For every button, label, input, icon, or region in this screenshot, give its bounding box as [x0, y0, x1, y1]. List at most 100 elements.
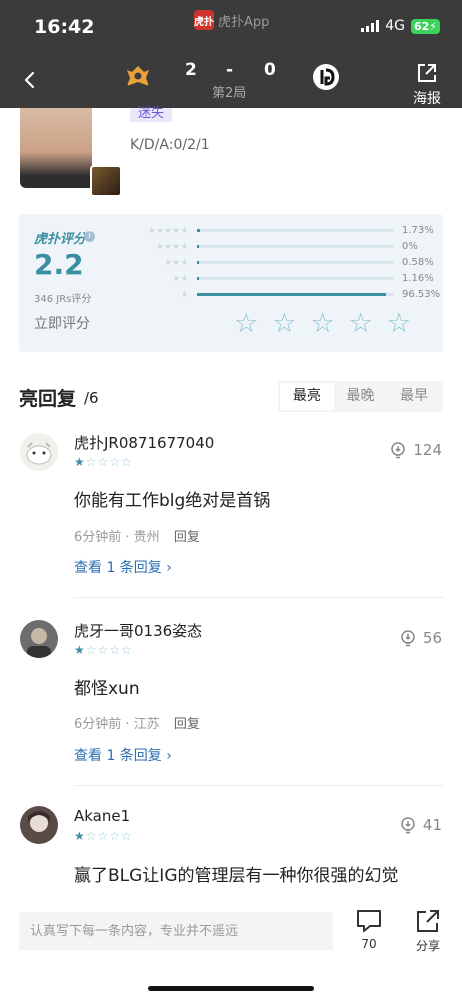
distribution-bar	[197, 260, 393, 264]
view-replies-link[interactable]: 查看 1 条回复 ›	[74, 557, 172, 577]
distribution-row: ★★★ 0.58%	[129, 256, 442, 268]
rate-star-5-icon[interactable]: ☆	[387, 310, 411, 337]
star-level-icon: ★★★★	[156, 241, 189, 251]
rate-star-2-icon[interactable]: ☆	[272, 310, 296, 337]
hupu-app-icon: 虎扑	[194, 10, 214, 30]
like-count: 124	[413, 441, 442, 459]
comment-rating-stars: ★☆☆☆☆	[74, 829, 133, 843]
score-right: 0	[264, 60, 276, 80]
distribution-bar-fill	[197, 292, 387, 296]
share-icon	[417, 910, 439, 932]
distribution-row: ★★ 1.16%	[129, 272, 442, 284]
share-label: 分享	[415, 939, 440, 953]
comment-meta: 6分钟前 · 贵州 回复	[74, 526, 200, 545]
like-button[interactable]: 41	[399, 816, 442, 834]
distribution-bar-fill	[197, 228, 201, 232]
rating-card: 虎扑评分 i 2.2 346 JRs评分 立即评分 ★★★★★ 1.73% ★★★★…	[19, 214, 443, 352]
like-button[interactable]: 56	[399, 629, 442, 647]
info-icon[interactable]: i	[84, 231, 95, 242]
rate-now-label[interactable]: 立即评分	[34, 313, 90, 333]
comment-username[interactable]: 虎牙一哥0136姿态	[74, 620, 202, 641]
poster-label: 海报	[413, 91, 441, 107]
status-app-indicator[interactable]: 虎扑 虎扑App	[194, 10, 269, 30]
comment-text: 赢了BLG让IG的管理层有一种你很强的幻觉	[74, 866, 399, 886]
share-button[interactable]: 分享	[410, 908, 446, 954]
game-number: 第2局	[212, 86, 247, 101]
distribution-percent: 96.53%	[402, 288, 441, 300]
star-level-icon: ★★	[172, 273, 189, 283]
distribution-bar	[197, 276, 393, 280]
comment-text: 都怪xun	[74, 679, 140, 699]
star-level-icon: ★★★	[164, 257, 189, 267]
distribution-percent: 0.58%	[402, 256, 434, 268]
replies-title: 亮回复	[19, 388, 77, 410]
score-left: 2	[185, 60, 197, 80]
status-time: 16:42	[34, 16, 95, 38]
tab-hottest[interactable]: 最亮	[280, 383, 334, 410]
comment-bubble-icon	[357, 910, 381, 932]
share-box-icon	[418, 64, 436, 82]
star-level-icon: ★	[180, 289, 189, 299]
view-replies-label: 查看 1 条回复	[74, 560, 162, 576]
rate-star-1-icon[interactable]: ☆	[234, 310, 258, 337]
back-arrow-icon[interactable]	[20, 70, 40, 90]
signal-icon	[361, 20, 380, 32]
comment-meta: 6分钟前 · 江苏 回复	[74, 713, 200, 732]
comment-rating-stars: ★☆☆☆☆	[74, 643, 133, 657]
rate-star-3-icon[interactable]: ☆	[310, 310, 334, 337]
status-indicators: 4G 62⚡	[361, 18, 440, 34]
distribution-bar	[197, 292, 393, 296]
like-count: 56	[422, 629, 442, 647]
distribution-bar-fill	[197, 260, 200, 264]
reply-button[interactable]: 回复	[174, 717, 200, 732]
user-avatar[interactable]	[20, 806, 58, 844]
tab-latest[interactable]: 最晚	[334, 383, 388, 410]
distribution-row: ★★★★ 0%	[129, 240, 442, 252]
rating-count: 346 JRs评分	[34, 294, 92, 305]
ig-team-logo-icon	[313, 64, 339, 90]
lightbulb-icon	[401, 630, 415, 647]
rate-star-4-icon[interactable]: ☆	[349, 310, 373, 337]
top-header: 16:42 虎扑 虎扑App 4G 62⚡ 2 - 0 第2局 海报	[0, 0, 462, 108]
user-avatar[interactable]	[20, 620, 58, 658]
distribution-bar	[197, 228, 393, 232]
user-avatar[interactable]	[20, 433, 58, 471]
distribution-percent: 1.16%	[402, 272, 434, 284]
tab-earliest[interactable]: 最早	[387, 383, 441, 410]
distribution-percent: 0%	[402, 240, 418, 252]
battery-level: 62	[413, 19, 430, 33]
comments-button[interactable]: 70	[351, 908, 387, 951]
bottom-bar: 70 分享	[0, 900, 462, 1000]
score-separator: -	[226, 60, 234, 80]
comment-location: · 贵州	[125, 530, 160, 545]
replies-count: /6	[84, 389, 99, 407]
comment-username[interactable]: 虎扑JR0871677040	[74, 432, 214, 453]
distribution-row: ★ 96.53%	[129, 288, 442, 300]
rating-score: 2.2	[34, 248, 84, 281]
comment-count: 70	[361, 937, 377, 951]
comment-time: 6分钟前	[74, 530, 122, 545]
chevron-right-icon: ›	[166, 748, 172, 764]
like-count: 41	[422, 816, 442, 834]
comment-username[interactable]: Akane1	[74, 807, 130, 825]
reply-button[interactable]: 回复	[174, 530, 200, 545]
player-photo	[20, 108, 92, 188]
comment-time: 6分钟前	[74, 717, 122, 732]
player-kda: K/D/A:0/2/1	[130, 137, 210, 153]
view-replies-link[interactable]: 查看 1 条回复 ›	[74, 745, 172, 765]
lightbulb-icon	[401, 817, 415, 834]
blg-team-logo-icon	[127, 66, 149, 86]
rating-brand-label: 虎扑评分	[34, 232, 87, 247]
poster-button[interactable]: 海报	[412, 62, 442, 108]
divider	[74, 597, 444, 598]
view-replies-label: 查看 1 条回复	[74, 748, 162, 764]
distribution-bar	[197, 244, 393, 248]
like-button[interactable]: 124	[389, 441, 442, 459]
hero-champion-icon	[90, 165, 122, 197]
distribution-percent: 1.73%	[402, 224, 434, 236]
chevron-right-icon: ›	[166, 560, 172, 576]
sort-tabs: 最亮 最晚 最早	[278, 381, 443, 412]
network-type: 4G	[385, 18, 405, 34]
rate-star-input[interactable]: ☆ ☆ ☆ ☆ ☆	[234, 310, 411, 337]
comment-input[interactable]	[19, 912, 333, 950]
